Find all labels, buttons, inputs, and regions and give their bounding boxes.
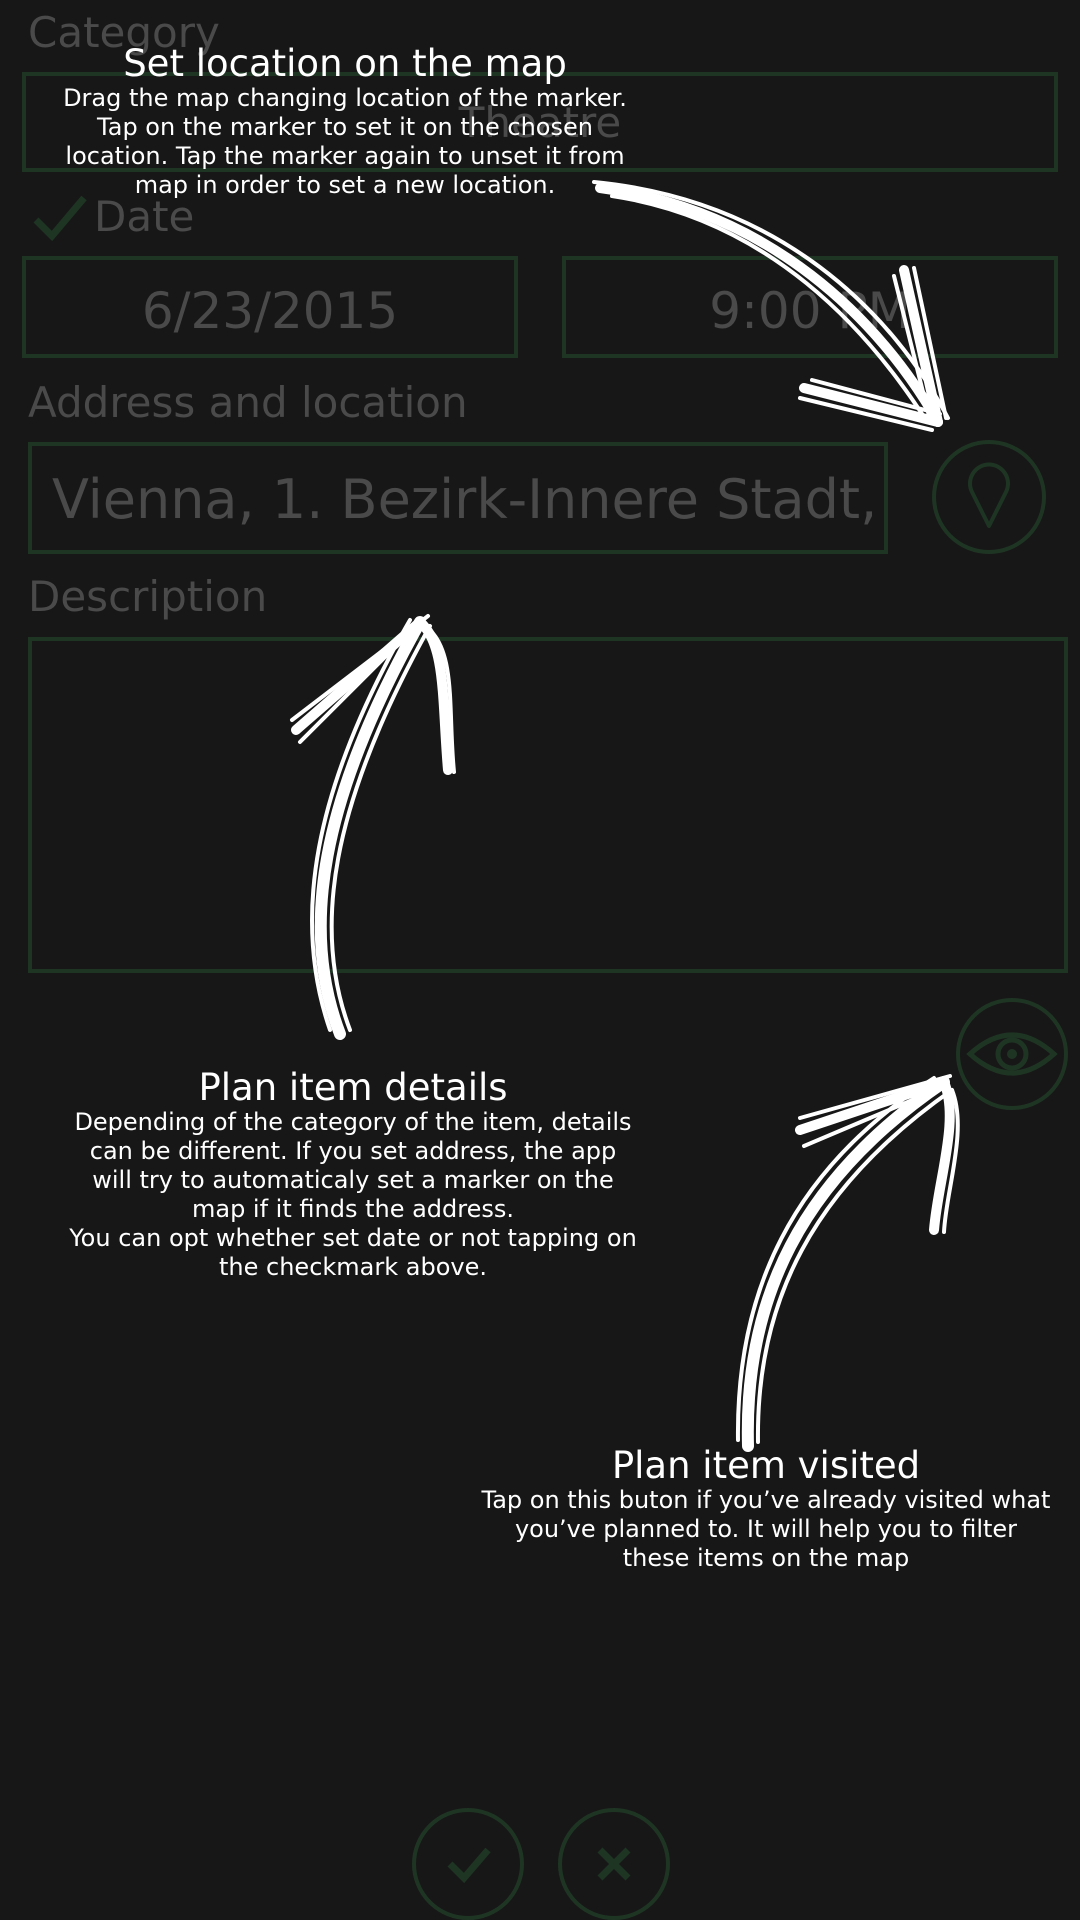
visited-arrow-icon	[735, 1074, 960, 1452]
